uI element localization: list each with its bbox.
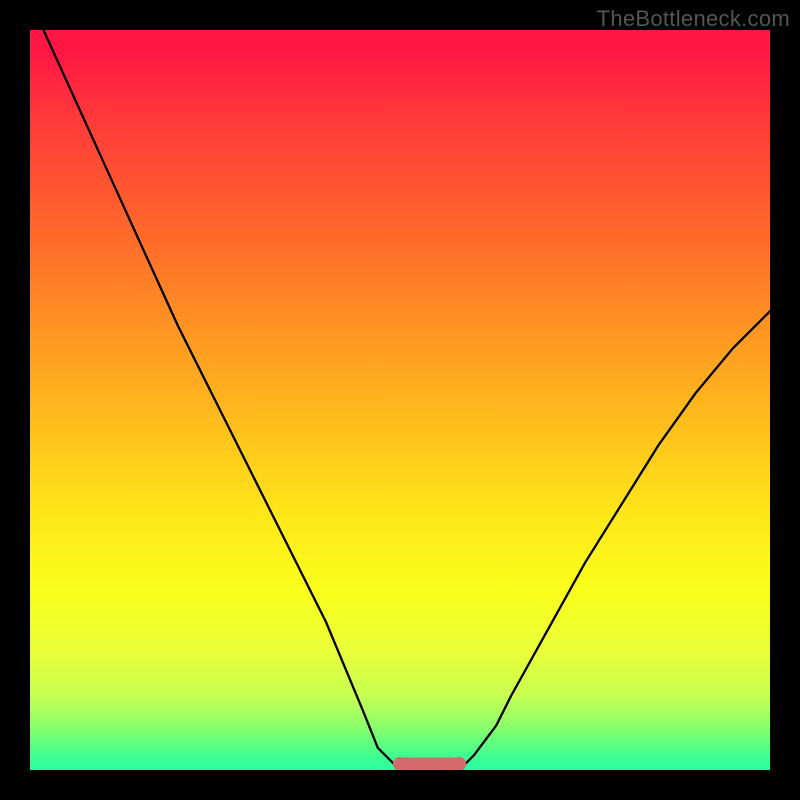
chart-frame: TheBottleneck.com (0, 0, 800, 800)
bottleneck-curve-line (30, 30, 770, 770)
plot-area (30, 30, 770, 770)
chart-svg (30, 30, 770, 770)
watermark-label: TheBottleneck.com (597, 6, 790, 32)
